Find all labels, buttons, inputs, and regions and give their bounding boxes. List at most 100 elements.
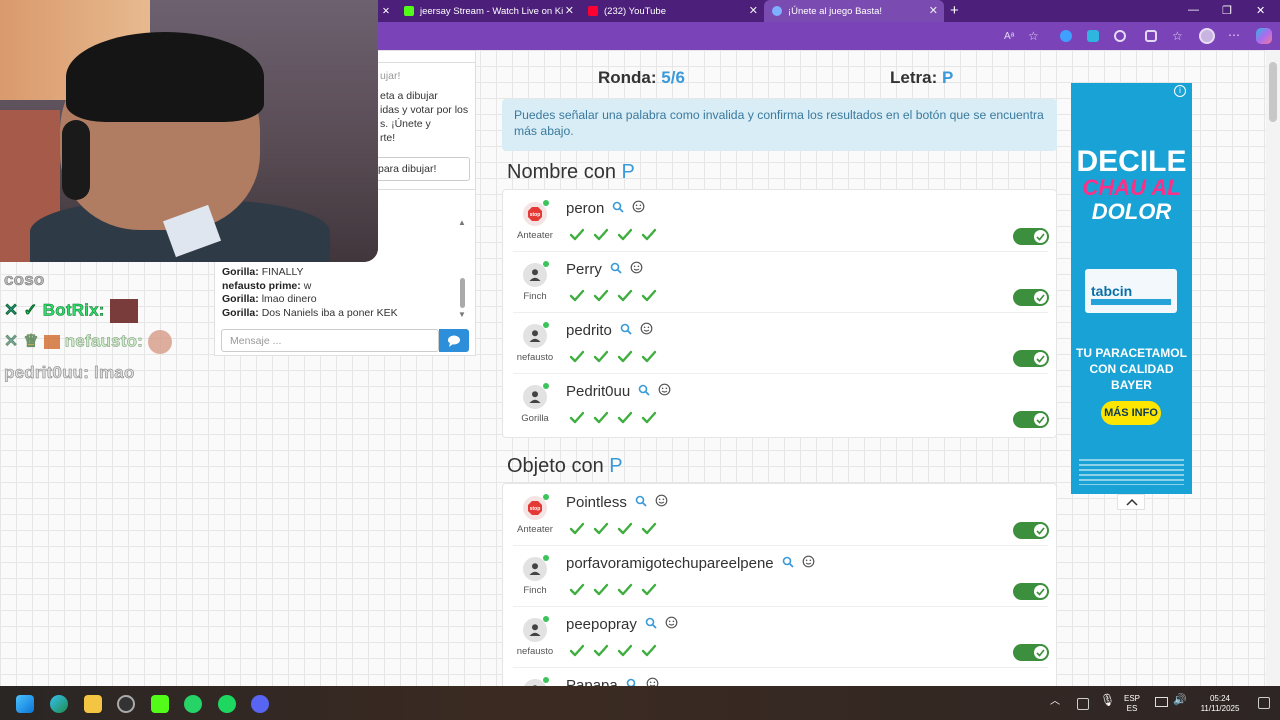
volume-icon[interactable]: 🔊	[1173, 695, 1187, 706]
microphone-icon[interactable]: 🎙	[1100, 694, 1115, 706]
check-icon	[617, 411, 633, 430]
advertisement-banner[interactable]: i DECILE CHAU AL DOLOR tabcin TU PARACET…	[1071, 83, 1192, 494]
online-dot	[543, 555, 549, 561]
minimize-icon[interactable]: —	[1188, 4, 1199, 16]
user-avatar-icon	[523, 322, 549, 348]
file-explorer-icon[interactable]	[84, 695, 102, 713]
whatsapp-icon[interactable]	[184, 695, 202, 713]
search-icon[interactable]	[610, 261, 622, 278]
page-scrollbar-thumb[interactable]	[1269, 62, 1277, 122]
language-indicator[interactable]: ESP ES	[1124, 694, 1140, 714]
edge-icon[interactable]	[50, 695, 68, 713]
check-icon	[593, 289, 609, 308]
valid-toggle[interactable]	[1013, 350, 1049, 367]
emoji-react-icon[interactable]	[640, 322, 653, 339]
new-tab-button[interactable]: +	[950, 2, 959, 19]
check-icon	[593, 522, 609, 541]
check-icon	[641, 289, 657, 308]
close-tab-icon[interactable]: ✕	[929, 4, 938, 17]
more-menu-icon[interactable]: ⋯	[1228, 28, 1240, 42]
close-window-icon[interactable]: ✕	[1256, 4, 1265, 17]
check-icon	[569, 228, 585, 247]
close-tab-icon[interactable]: ✕	[376, 0, 396, 22]
clock[interactable]: 05:24 11/11/2025	[1196, 694, 1244, 714]
search-icon[interactable]	[782, 555, 794, 572]
online-dot	[543, 677, 549, 683]
search-icon[interactable]	[638, 383, 650, 400]
send-message-button[interactable]	[439, 329, 469, 352]
profile-avatar[interactable]	[1199, 28, 1215, 44]
tab-youtube[interactable]: (232) YouTube ✕	[580, 0, 764, 22]
chat-message: Gorilla: Dos Naniels iba a poner KEK	[222, 306, 398, 319]
valid-toggle[interactable]	[1013, 583, 1049, 600]
vote-checks	[569, 644, 657, 663]
valid-toggle[interactable]	[1013, 522, 1049, 539]
check-icon	[569, 644, 585, 663]
overlay-chat-line: ✕ ♛ nefausto:	[4, 330, 172, 354]
check-icon	[569, 583, 585, 602]
join-box-heading: ujar!	[380, 70, 401, 82]
extension-icon[interactable]	[1060, 30, 1072, 42]
valid-toggle[interactable]	[1013, 411, 1049, 428]
emoji-react-icon[interactable]	[655, 494, 668, 511]
search-icon[interactable]	[645, 616, 657, 633]
bandana	[66, 32, 264, 122]
player-name: Finch	[523, 291, 547, 302]
chat-scrollbar[interactable]	[460, 278, 465, 308]
maximize-icon[interactable]: ❐	[1222, 4, 1232, 17]
kick-app-icon[interactable]	[151, 695, 169, 713]
close-tab-icon[interactable]: ✕	[565, 4, 574, 17]
obs-icon[interactable]	[117, 695, 135, 713]
ad-collapse-button[interactable]	[1117, 494, 1145, 510]
search-icon[interactable]	[612, 200, 625, 217]
close-tab-icon[interactable]: ✕	[749, 4, 758, 17]
join-drawing-button[interactable]: para dibujar!	[375, 157, 470, 181]
check-icon	[617, 583, 633, 602]
emoji-react-icon[interactable]	[632, 200, 645, 217]
network-icon[interactable]	[1155, 697, 1168, 707]
emoji-react-icon[interactable]	[802, 555, 815, 572]
tab-basta[interactable]: ¡Únete al juego Basta! ✕	[764, 0, 944, 22]
tray-overflow-icon[interactable]: ︿	[1050, 697, 1060, 707]
answer-row: Finch Perry	[503, 253, 1058, 313]
ad-fine-print	[1079, 459, 1184, 485]
tab-kick[interactable]: jeersay Stream - Watch Live on Ki ✕	[396, 0, 580, 22]
refresh-extension-icon[interactable]	[1114, 30, 1126, 42]
copilot-icon[interactable]	[1256, 28, 1272, 44]
ad-info-icon[interactable]: i	[1174, 85, 1186, 97]
chat-scroll-down-icon[interactable]: ▼	[458, 310, 466, 319]
valid-toggle[interactable]	[1013, 289, 1049, 306]
player-name: nefausto	[516, 646, 554, 657]
notifications-icon[interactable]	[1258, 697, 1270, 709]
start-icon[interactable]	[16, 695, 34, 713]
favorites-icon[interactable]: ☆	[1172, 29, 1184, 43]
tray-app-icon[interactable]	[1077, 698, 1089, 710]
emoji-react-icon[interactable]	[665, 616, 678, 633]
search-icon[interactable]	[635, 494, 647, 511]
page-scrollbar[interactable]	[1266, 50, 1280, 686]
answer-row: Finch porfavoramigotechupareelpene	[503, 547, 1056, 607]
translate-icon[interactable]	[1087, 30, 1099, 42]
stop-avatar-icon: stop	[523, 494, 549, 520]
chat-message-input[interactable]: Mensaje ...	[221, 329, 439, 352]
check-icon	[617, 522, 633, 541]
emoji-react-icon[interactable]	[630, 261, 643, 278]
webcam-overlay	[0, 0, 378, 262]
user-avatar-icon	[523, 616, 549, 642]
online-dot	[543, 261, 549, 267]
discord-icon[interactable]	[251, 695, 269, 713]
valid-toggle[interactable]	[1013, 228, 1049, 245]
answer-word: peron	[566, 200, 605, 217]
chat-scroll-up-icon[interactable]: ▲	[458, 218, 466, 227]
valid-toggle[interactable]	[1013, 644, 1049, 661]
favorite-star-icon[interactable]: ☆	[1028, 29, 1040, 43]
search-icon[interactable]	[620, 322, 632, 339]
chat-messages: Gorilla: FINALLY nefausto prime: w Goril…	[222, 266, 462, 320]
extensions-puzzle-icon[interactable]	[1145, 30, 1157, 42]
sword-badge-icon: ✕	[4, 331, 19, 351]
read-aloud-icon[interactable]: Aᵃ	[1004, 31, 1016, 43]
ad-cta-button[interactable]: MÁS INFO	[1101, 401, 1161, 425]
emoji-react-icon[interactable]	[658, 383, 671, 400]
info-alert: Puedes señalar una palabra como invalida…	[502, 99, 1057, 151]
spotify-icon[interactable]	[218, 695, 236, 713]
